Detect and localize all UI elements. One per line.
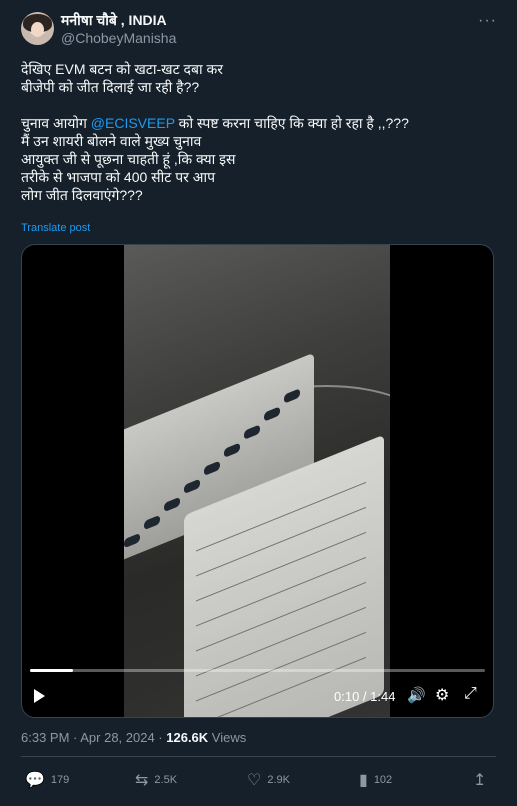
share-button[interactable]: ↥ bbox=[473, 770, 486, 790]
video-progress-bar[interactable] bbox=[30, 669, 485, 672]
tweet-line: आयुक्त जी से पूछना चाहती हूं ,कि क्या इस bbox=[21, 151, 236, 167]
tweet-line: लोग जीत दिलवाएंगे??? bbox=[21, 187, 143, 203]
share-icon: ↥ bbox=[473, 772, 487, 789]
post-time[interactable]: 6:33 PM · Apr 28, 2024 · bbox=[21, 730, 166, 745]
analytics-icon: ▮ bbox=[359, 772, 368, 789]
more-options-icon[interactable]: ··· bbox=[478, 12, 497, 30]
divider bbox=[21, 756, 496, 757]
avatar[interactable] bbox=[21, 12, 54, 45]
bookmark-count: 102 bbox=[373, 774, 393, 786]
author-handle[interactable]: @ChobeyManisha bbox=[61, 30, 176, 46]
bookmark-button[interactable]: ▮ 102 bbox=[359, 770, 392, 790]
fullscreen-icon[interactable]: ⤢ bbox=[464, 685, 477, 703]
reply-button[interactable]: 💬 179 bbox=[25, 770, 69, 790]
tweet-text-span: चुनाव आयोग bbox=[21, 115, 91, 131]
volume-icon[interactable]: 🔊 bbox=[407, 686, 426, 704]
like-button[interactable]: ♡ 2.9K bbox=[247, 770, 290, 790]
reply-icon: 💬 bbox=[25, 772, 45, 789]
mention-link[interactable]: @ECISVEEP bbox=[91, 115, 175, 131]
video-frame bbox=[124, 245, 390, 717]
post-meta: 6:33 PM · Apr 28, 2024 · 126.6K Views bbox=[21, 730, 246, 745]
repost-count: 2.5K bbox=[154, 774, 178, 786]
tweet-line: बीजेपी को जीत दिलाई जा रही है?? bbox=[21, 79, 200, 95]
views-label: Views bbox=[208, 730, 247, 745]
video-controls: 0:10 / 1:44 🔊 ⚙ ⤢ bbox=[22, 677, 493, 717]
play-icon[interactable] bbox=[34, 689, 45, 703]
author-name[interactable]: मनीषा चौबे , INDIA bbox=[61, 11, 167, 30]
tweet-line: चुनाव आयोग @ECISVEEP को स्पष्ट करना चाहि… bbox=[21, 114, 491, 132]
tweet-text: देखिए EVM बटन को खटा-खट दबा कर बीजेपी को… bbox=[21, 60, 491, 204]
view-count: 126.6K bbox=[166, 730, 209, 745]
video-time: 0:10 / 1:44 bbox=[334, 689, 396, 704]
reply-count: 179 bbox=[50, 774, 70, 786]
repost-icon: ⇆ bbox=[135, 772, 149, 789]
tweet-line: मैं उन शायरी बोलने वाले मुख्य चुनाव bbox=[21, 133, 202, 149]
gear-icon[interactable]: ⚙ bbox=[435, 685, 449, 705]
heart-icon: ♡ bbox=[247, 772, 262, 789]
video-progress-fill bbox=[30, 669, 74, 672]
avatar-face bbox=[31, 22, 44, 37]
tweet-line: तरीके से भाजपा को 400 सीट पर आप bbox=[21, 169, 216, 185]
translate-post-link[interactable]: Translate post bbox=[21, 222, 90, 234]
like-count: 2.9K bbox=[267, 774, 290, 786]
video-player[interactable]: 0:10 / 1:44 🔊 ⚙ ⤢ bbox=[21, 244, 494, 718]
tweet-line: देखिए EVM बटन को खटा-खट दबा कर bbox=[21, 61, 223, 77]
repost-button[interactable]: ⇆ 2.5K bbox=[135, 770, 177, 790]
action-bar: 💬 179 ⇆ 2.5K ♡ 2.9K ▮ 102 ↥ bbox=[21, 770, 496, 790]
tweet-text-span: को स्पष्ट करना चाहिए कि क्या हो रहा है ,… bbox=[174, 115, 409, 131]
